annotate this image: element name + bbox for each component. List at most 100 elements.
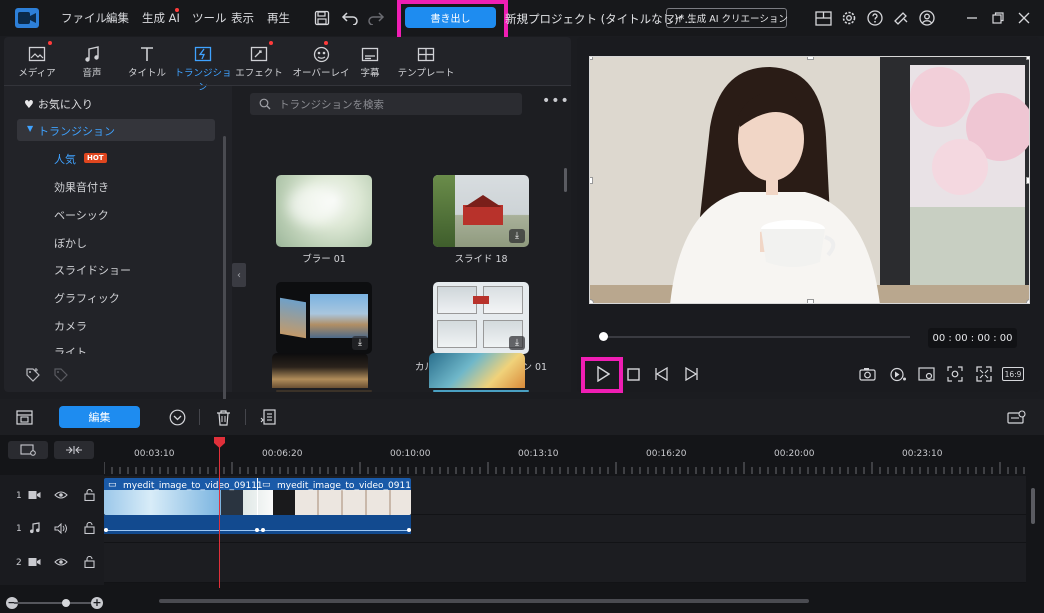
category-basic[interactable]: ベーシック — [54, 207, 109, 223]
track-manager-icon[interactable] — [8, 441, 48, 459]
edit-button[interactable]: 編集 — [59, 406, 140, 428]
menu-tools[interactable]: ツール — [192, 10, 227, 26]
tab-template[interactable]: テンプレート — [396, 43, 456, 79]
previous-frame-icon[interactable] — [652, 365, 672, 383]
tab-title[interactable]: タイトル — [119, 43, 175, 79]
volume-keyframe[interactable] — [261, 528, 265, 532]
transition-thumb-blur[interactable] — [276, 175, 372, 247]
menu-ai[interactable]: 生成 AI — [142, 10, 180, 26]
record-voice-icon[interactable] — [888, 365, 908, 383]
lock-icon[interactable] — [84, 489, 95, 501]
zoom-in-icon[interactable]: + — [91, 597, 103, 609]
transition-thumb-shift-02[interactable]: ⤓ — [276, 282, 372, 354]
collapse-chevron-icon[interactable]: ‹ — [232, 263, 246, 287]
transition-thumb-carousel-01[interactable]: ⤓ — [433, 282, 529, 354]
timeline-ruler[interactable]: 00:03:10 00:06:20 00:10:00 00:13:10 00:1… — [104, 438, 1026, 474]
undo-icon[interactable] — [340, 9, 360, 27]
help-icon[interactable] — [865, 9, 885, 27]
snapshot-camera-icon[interactable] — [857, 365, 877, 383]
volume-keyframe[interactable] — [407, 528, 411, 532]
visibility-eye-icon[interactable] — [54, 490, 68, 500]
notification-icon[interactable] — [891, 9, 911, 27]
download-icon[interactable]: ⤓ — [509, 229, 525, 243]
transition-thumb-slide-18[interactable]: ⤓ — [433, 175, 529, 247]
search-input[interactable]: トランジションを検索 — [250, 93, 522, 115]
close-icon[interactable] — [1014, 9, 1034, 27]
edit-list-icon[interactable] — [258, 407, 278, 427]
tab-media[interactable]: メディア — [9, 43, 65, 79]
transition-thumb-desert[interactable] — [272, 353, 368, 388]
layout-icon[interactable] — [813, 9, 833, 27]
category-scrollbar[interactable] — [223, 136, 226, 401]
add-tag-icon[interactable] — [24, 366, 42, 384]
visibility-eye-icon[interactable] — [54, 557, 68, 567]
category-light[interactable]: ライト — [54, 344, 87, 354]
download-icon[interactable]: ⤓ — [509, 336, 525, 350]
volume-keyframe[interactable] — [104, 528, 108, 532]
tab-audio[interactable]: 音声 — [64, 43, 120, 79]
timecode-display[interactable]: 00 : 00 : 00 : 00 — [928, 328, 1017, 348]
menu-file[interactable]: ファイル — [61, 10, 107, 26]
stop-icon[interactable] — [624, 365, 642, 383]
timeline-vertical-scrollbar[interactable] — [1031, 488, 1035, 524]
category-blur[interactable]: ぼかし — [54, 235, 87, 251]
lock-icon[interactable] — [84, 556, 95, 568]
redo-icon[interactable] — [366, 9, 386, 27]
playhead-line[interactable] — [219, 438, 220, 588]
seek-bar[interactable] — [602, 336, 910, 338]
aspect-ratio-button[interactable]: 16:9 — [1002, 367, 1024, 381]
playhead-handle[interactable] — [214, 437, 225, 448]
video-track-2[interactable] — [104, 543, 1026, 583]
tab-subtitle[interactable]: 字幕 — [342, 43, 398, 79]
ruler-ticks — [104, 462, 1025, 474]
timeline-settings-icon[interactable] — [1005, 408, 1027, 426]
menu-edit[interactable]: 編集 — [106, 10, 129, 26]
fullscreen-icon[interactable] — [974, 365, 994, 383]
video-preview-frame[interactable] — [589, 56, 1030, 304]
resize-handle[interactable] — [807, 57, 814, 60]
grid-scrollbar[interactable] — [564, 168, 567, 192]
resize-handle[interactable] — [590, 57, 593, 60]
favorites-item[interactable]: ♥ お気に入り — [24, 96, 93, 112]
zoom-slider-knob[interactable] — [62, 599, 70, 607]
next-frame-icon[interactable] — [681, 365, 701, 383]
transition-thumb-partial-2[interactable] — [433, 390, 529, 392]
volume-keyframe[interactable] — [255, 528, 259, 532]
settings-gear-icon[interactable] — [839, 9, 859, 27]
caret-down-icon: ▼ — [27, 124, 34, 133]
remove-tag-icon[interactable] — [52, 366, 70, 384]
zoom-fit-icon[interactable] — [945, 365, 965, 383]
category-graphic[interactable]: グラフィック — [54, 290, 120, 306]
lock-icon[interactable] — [84, 522, 95, 534]
more-options-icon[interactable]: ••• — [542, 94, 570, 108]
transition-thumb-partial-1[interactable] — [276, 390, 372, 392]
delete-trash-icon[interactable] — [213, 407, 233, 427]
menu-view[interactable]: 表示 — [231, 10, 254, 26]
favorites-label: お気に入り — [37, 98, 93, 111]
category-popular[interactable]: 人気 — [54, 151, 76, 167]
save-icon[interactable] — [313, 9, 331, 27]
resize-handle[interactable] — [590, 177, 593, 184]
zoom-slider[interactable] — [14, 602, 96, 604]
video-clip[interactable]: ▭ myedit_image_to_video_09111 ▭ myedit_i… — [104, 478, 411, 515]
category-camera[interactable]: カメラ — [54, 318, 87, 334]
transition-thumb-light[interactable] — [429, 353, 525, 388]
download-icon[interactable]: ⤓ — [352, 336, 368, 350]
maximize-icon[interactable] — [988, 9, 1008, 27]
dropdown-circle-icon[interactable] — [167, 407, 187, 427]
category-slideshow[interactable]: スライドショー — [54, 262, 131, 278]
fit-timeline-icon[interactable] — [54, 441, 94, 459]
my-ai-creation-button[interactable]: マイ 生成 AI クリエーション — [665, 8, 788, 28]
category-header-transition[interactable]: ▼ トランジション — [17, 119, 215, 141]
audio-clip[interactable] — [104, 515, 411, 534]
preview-settings-icon[interactable] — [916, 365, 936, 383]
menu-playback[interactable]: 再生 — [267, 10, 290, 26]
timeline-horizontal-scrollbar[interactable] — [159, 599, 809, 603]
volume-icon[interactable] — [54, 523, 68, 534]
category-with-sfx[interactable]: 効果音付き — [54, 179, 109, 195]
seek-knob[interactable] — [599, 332, 608, 341]
tab-effect[interactable]: エフェクト — [231, 43, 287, 79]
account-icon[interactable] — [917, 9, 937, 27]
storyboard-icon[interactable] — [14, 408, 34, 426]
minimize-icon[interactable] — [962, 9, 982, 27]
